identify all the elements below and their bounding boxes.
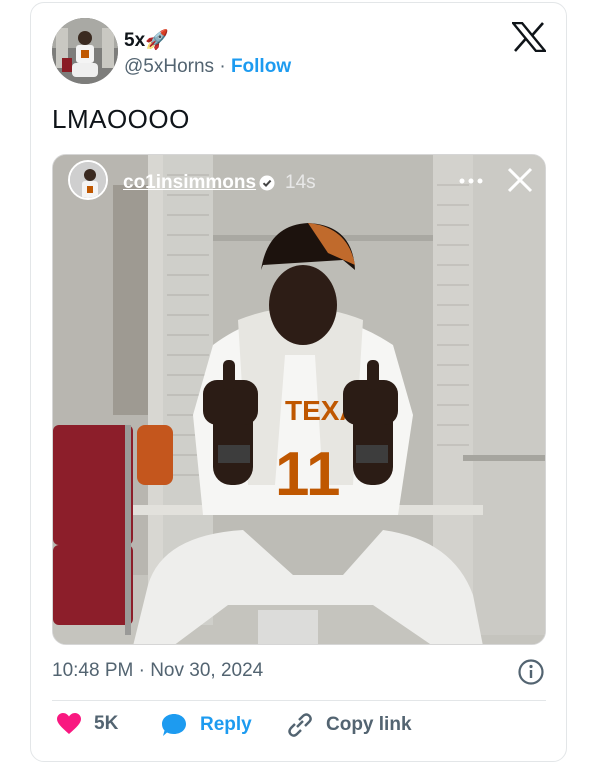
story-username[interactable]: co1insimmons <box>123 172 256 194</box>
story-time: 14s <box>285 172 316 193</box>
tweet-media[interactable]: TEXA 11 <box>52 154 546 645</box>
heart-icon <box>57 713 81 734</box>
tweet-text: LMAOOOO <box>52 104 190 134</box>
story-avatar[interactable] <box>68 160 108 200</box>
follow-button[interactable]: Follow <box>231 56 291 77</box>
author-handle-row: @5xHorns · Follow <box>124 56 291 78</box>
link-icon <box>288 713 312 737</box>
verified-icon <box>259 175 275 191</box>
locker-room-photo: TEXA 11 <box>53 155 545 644</box>
more-icon[interactable] <box>458 177 484 185</box>
jersey-number: 11 <box>275 440 341 509</box>
separator-dot: · <box>219 56 226 77</box>
author-display-name[interactable]: 5x <box>124 30 145 51</box>
x-logo-icon[interactable] <box>512 22 546 52</box>
rocket-emoji: 🚀 <box>145 30 169 51</box>
copy-link-button[interactable]: Copy link <box>286 712 412 738</box>
divider <box>52 700 546 701</box>
author-handle[interactable]: @5xHorns <box>124 56 214 77</box>
tweet-timestamp[interactable]: 10:48 PM · Nov 30, 2024 <box>52 660 263 682</box>
author-avatar[interactable] <box>52 18 118 84</box>
close-icon[interactable] <box>506 166 534 194</box>
reply-label: Reply <box>200 714 252 735</box>
copy-link-label: Copy link <box>326 714 412 735</box>
reply-bubble-icon <box>162 714 186 736</box>
author-name[interactable]: 5x🚀 <box>124 28 169 52</box>
like-count: 5K <box>94 713 119 734</box>
reply-button[interactable]: Reply <box>160 712 252 738</box>
like-button[interactable]: 5K <box>56 712 118 736</box>
info-icon[interactable] <box>517 658 545 686</box>
